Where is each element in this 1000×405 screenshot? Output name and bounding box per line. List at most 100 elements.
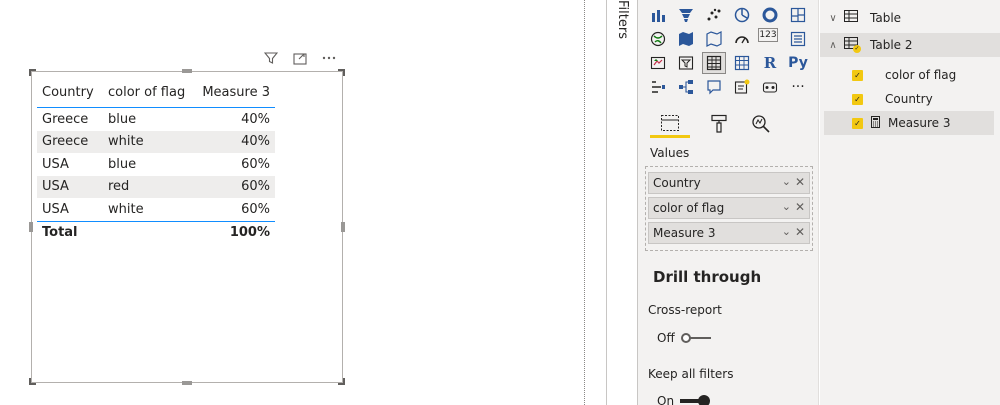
values-well[interactable]: Country ⌄ ✕ color of flag ⌄ ✕ Measure 3 …	[645, 166, 813, 251]
keep-all-filters-toggle[interactable]: On	[657, 394, 711, 405]
more-visuals-icon[interactable]: ···	[786, 76, 810, 98]
filled-map-icon[interactable]	[674, 28, 698, 50]
fields-pane: ∨ Table ∧ ✓ Table 2 ✓ color of flag ✓ Co…	[820, 0, 1000, 405]
r-visual-icon[interactable]: R	[758, 52, 782, 74]
field-measure-3[interactable]: ✓ Measure 3	[824, 111, 994, 135]
resize-handle-top[interactable]	[182, 69, 192, 73]
filters-pane-collapsed[interactable]: Filters	[606, 0, 638, 405]
donut-icon[interactable]	[758, 4, 782, 26]
chevron-down-icon[interactable]: ⌄	[782, 225, 791, 238]
report-canvas[interactable]: Country color of flag Measure 3 Greece b…	[0, 0, 585, 405]
keep-all-filters-label: Keep all filters	[648, 367, 734, 381]
table-total-row: Total 100%	[37, 220, 275, 244]
toggle-switch-on[interactable]	[680, 395, 711, 405]
column-header-measure-3[interactable]: Measure 3	[195, 85, 275, 100]
funnel-icon[interactable]	[674, 4, 698, 26]
visual-header	[262, 49, 338, 67]
canvas-boundary	[584, 0, 585, 405]
cell-country: USA	[42, 156, 69, 172]
smart-narrative-icon[interactable]	[730, 76, 754, 98]
field-name: Country	[885, 92, 933, 106]
toggle-switch-off[interactable]	[680, 332, 711, 344]
slicer-icon[interactable]	[674, 52, 698, 74]
checkbox-checked-icon[interactable]: ✓	[852, 93, 863, 105]
remove-field-icon[interactable]: ✕	[795, 225, 805, 239]
table-name: Table	[870, 11, 902, 25]
field-country[interactable]: ✓ Country	[852, 87, 1000, 111]
column-header-color-of-flag[interactable]: color of flag	[103, 85, 195, 100]
scatter-icon[interactable]	[702, 4, 726, 26]
cell-measure-3: 40%	[241, 134, 270, 150]
value-field-label: Measure 3	[653, 226, 716, 240]
fields-tab[interactable]	[650, 110, 690, 138]
drill-through-title: Drill through	[653, 268, 762, 286]
chevron-down-icon[interactable]: ⌄	[782, 175, 791, 188]
filters-pane-label[interactable]: Filters	[615, 0, 630, 39]
card-icon[interactable]: 123	[758, 28, 778, 42]
value-field-country[interactable]: Country ⌄ ✕	[648, 172, 810, 194]
cell-color-of-flag: blue	[108, 156, 137, 172]
pie-icon[interactable]	[730, 4, 754, 26]
cell-country: Greece	[42, 134, 89, 150]
table-node-table[interactable]: ∨ Table	[820, 6, 901, 30]
cell-country: Greece	[42, 111, 89, 127]
table-icon[interactable]	[702, 52, 726, 74]
table-row: USA red 60%	[37, 175, 275, 198]
resize-handle-left[interactable]	[29, 222, 33, 232]
field-color-of-flag[interactable]: ✓ color of flag	[852, 63, 1000, 87]
resize-handle-top-left[interactable]	[29, 69, 36, 76]
analytics-tab[interactable]	[748, 110, 774, 138]
keep-all-filters-state: On	[657, 394, 675, 405]
calculator-icon	[871, 115, 880, 131]
cell-color-of-flag: red	[108, 179, 130, 195]
checkbox-checked-icon[interactable]: ✓	[852, 117, 863, 129]
chevron-up-icon[interactable]: ∧	[824, 40, 842, 51]
focus-mode-icon[interactable]	[291, 49, 309, 67]
total-label: Total	[42, 225, 78, 240]
cell-color-of-flag: white	[108, 134, 144, 150]
table-node-table-2[interactable]: ∧ ✓ Table 2	[820, 33, 1000, 57]
value-field-color-of-flag[interactable]: color of flag ⌄ ✕	[648, 197, 810, 219]
qna-icon[interactable]	[702, 76, 726, 98]
value-field-measure-3[interactable]: Measure 3 ⌄ ✕	[648, 222, 810, 244]
cell-measure-3: 60%	[241, 156, 270, 172]
cross-report-toggle[interactable]: Off	[657, 331, 711, 345]
field-name: Measure 3	[888, 116, 951, 130]
remove-field-icon[interactable]: ✕	[795, 175, 805, 189]
chevron-down-icon[interactable]: ∨	[824, 13, 842, 24]
field-name: color of flag	[885, 68, 957, 82]
resize-handle-bottom[interactable]	[182, 381, 192, 385]
key-influencers-icon[interactable]	[646, 76, 670, 98]
chevron-down-icon[interactable]: ⌄	[782, 200, 791, 213]
decomposition-tree-icon[interactable]	[674, 76, 698, 98]
resize-handle-bottom-right[interactable]	[338, 378, 345, 385]
more-options-icon[interactable]	[320, 49, 338, 67]
paginated-report-icon[interactable]	[758, 76, 782, 98]
resize-handle-bottom-left[interactable]	[29, 378, 36, 385]
remove-field-icon[interactable]: ✕	[795, 200, 805, 214]
stacked-column-icon[interactable]	[646, 4, 670, 26]
kpi-icon[interactable]	[646, 52, 670, 74]
format-tab[interactable]	[706, 110, 732, 138]
table-icon: ✓	[844, 37, 861, 53]
multi-row-card-icon[interactable]	[786, 28, 810, 50]
checkbox-checked-icon[interactable]: ✓	[852, 69, 863, 81]
table-row: Greece white 40%	[37, 130, 275, 153]
map-icon[interactable]	[646, 28, 670, 50]
visualizations-pane: 123 R Py ··· Values Country ⌄ ✕ color of…	[638, 0, 819, 405]
filter-icon[interactable]	[262, 49, 280, 67]
values-label: Values	[650, 146, 690, 160]
cell-color-of-flag: white	[108, 201, 144, 217]
resize-handle-top-right[interactable]	[338, 69, 345, 76]
column-header-country[interactable]: Country	[37, 85, 103, 100]
cell-measure-3: 60%	[241, 179, 270, 195]
treemap-icon[interactable]	[786, 4, 810, 26]
resize-handle-right[interactable]	[341, 222, 345, 232]
gauge-icon[interactable]	[730, 28, 754, 50]
visual-gallery: 123 R Py ···	[646, 4, 814, 100]
cell-country: USA	[42, 201, 69, 217]
shape-map-icon[interactable]	[702, 28, 726, 50]
python-visual-icon[interactable]: Py	[786, 52, 810, 74]
table-visual[interactable]: Country color of flag Measure 3 Greece b…	[29, 69, 345, 385]
matrix-icon[interactable]	[730, 52, 754, 74]
